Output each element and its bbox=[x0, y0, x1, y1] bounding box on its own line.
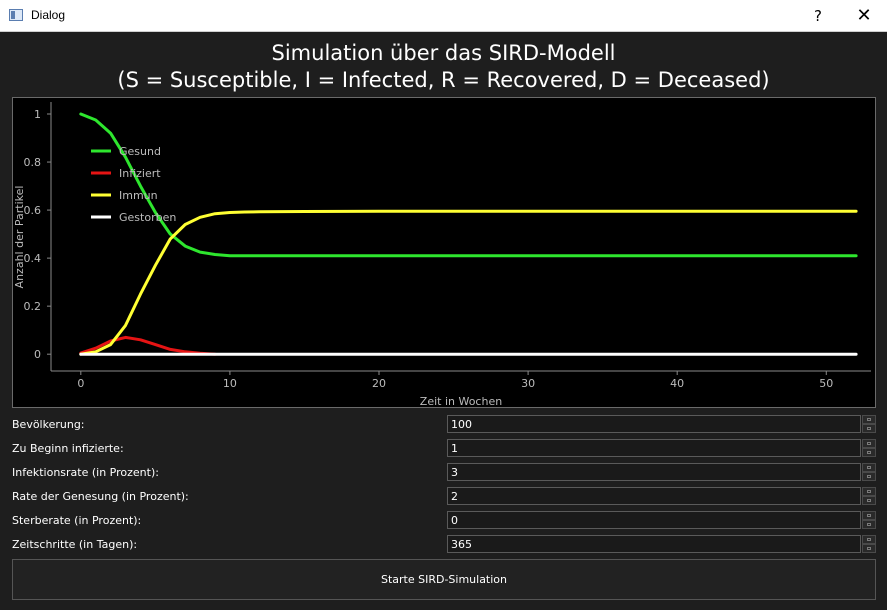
recovery-rate-label: Rate der Genesung (in Prozent): bbox=[12, 490, 189, 503]
x-tick-label: 0 bbox=[77, 377, 84, 390]
chart-title-line-2: (S = Susceptible, I = Infected, R = Reco… bbox=[117, 68, 770, 92]
spin-down-button[interactable] bbox=[862, 472, 876, 481]
close-button[interactable]: ✕ bbox=[841, 0, 887, 31]
initial-infected-spinbox[interactable] bbox=[447, 439, 876, 457]
time-steps-label: Zeitschritte (in Tagen): bbox=[12, 538, 138, 551]
spin-up-button[interactable] bbox=[862, 511, 876, 520]
sird-line-chart: 00.20.40.60.810 10 20 30 40 50Zeit in WochenA… bbox=[13, 102, 871, 407]
chart-title: Simulation über das SIRD-Modell (S = Sus… bbox=[0, 40, 887, 94]
help-button[interactable]: ? bbox=[795, 0, 841, 31]
population-input[interactable] bbox=[447, 415, 861, 433]
x-axis-label: Zeit in Wochen bbox=[420, 395, 502, 407]
x-tick-label: 10 bbox=[223, 377, 237, 390]
window-title: Dialog bbox=[31, 8, 66, 22]
infection-rate-label: Infektionsrate (in Prozent): bbox=[12, 466, 159, 479]
time-steps-spinbox[interactable] bbox=[447, 535, 876, 553]
population-spinbox[interactable] bbox=[447, 415, 876, 433]
infection-rate-input[interactable] bbox=[447, 463, 861, 481]
spin-up-button[interactable] bbox=[862, 463, 876, 472]
spin-up-button[interactable] bbox=[862, 439, 876, 448]
spin-down-button[interactable] bbox=[862, 448, 876, 457]
death-rate-input[interactable] bbox=[447, 511, 861, 529]
series-line-infiziert bbox=[79, 335, 217, 356]
death-rate-label: Sterberate (in Prozent): bbox=[12, 514, 142, 527]
spin-up-button[interactable] bbox=[862, 535, 876, 544]
title-bar: Dialog ? ✕ bbox=[0, 0, 887, 32]
spin-down-button[interactable] bbox=[862, 520, 876, 529]
x-tick-label: 30 bbox=[521, 377, 535, 390]
start-simulation-button[interactable]: Starte SIRD-Simulation bbox=[12, 559, 876, 600]
y-axis-label: Anzahl der Partikel bbox=[13, 186, 26, 289]
x-tick-label: 50 bbox=[819, 377, 833, 390]
y-tick-label: 0.6 bbox=[24, 204, 42, 217]
y-tick-label: 0.4 bbox=[24, 252, 42, 265]
time-steps-input[interactable] bbox=[447, 535, 861, 553]
legend-label-immun: Immun bbox=[119, 189, 158, 202]
legend-label-gesund: Gesund bbox=[119, 145, 161, 158]
recovery-rate-input[interactable] bbox=[447, 487, 861, 505]
population-label: Bevölkerung: bbox=[12, 418, 85, 431]
legend-label-gestorben: Gestorben bbox=[119, 211, 176, 224]
x-tick-label: 40 bbox=[670, 377, 684, 390]
death-rate-spinbox[interactable] bbox=[447, 511, 876, 529]
y-tick-label: 0 bbox=[34, 348, 41, 361]
spin-down-button[interactable] bbox=[862, 544, 876, 553]
legend-label-infiziert: Infiziert bbox=[119, 167, 161, 180]
recovery-rate-spinbox[interactable] bbox=[447, 487, 876, 505]
infection-rate-spinbox[interactable] bbox=[447, 463, 876, 481]
y-tick-label: 0.8 bbox=[24, 156, 42, 169]
x-tick-label: 20 bbox=[372, 377, 386, 390]
initial-infected-label: Zu Beginn infizierte: bbox=[12, 442, 124, 455]
spin-up-button[interactable] bbox=[862, 487, 876, 496]
chart-title-line-1: Simulation über das SIRD-Modell bbox=[271, 41, 616, 65]
spin-up-button[interactable] bbox=[862, 415, 876, 424]
spin-down-button[interactable] bbox=[862, 424, 876, 433]
plot-area[interactable]: 0 0.2 0.4 0.6 0.8 1 0 10 20 30 40 50 Zeit in Wochen A… bbox=[12, 97, 876, 408]
series-line-gesund bbox=[79, 112, 858, 258]
initial-infected-input[interactable] bbox=[447, 439, 861, 457]
app-window-icon bbox=[9, 9, 23, 21]
y-tick-label: 1 bbox=[34, 108, 41, 121]
y-tick-label: 0.2 bbox=[24, 300, 42, 313]
spin-down-button[interactable] bbox=[862, 496, 876, 505]
series-line-immun bbox=[79, 209, 858, 356]
